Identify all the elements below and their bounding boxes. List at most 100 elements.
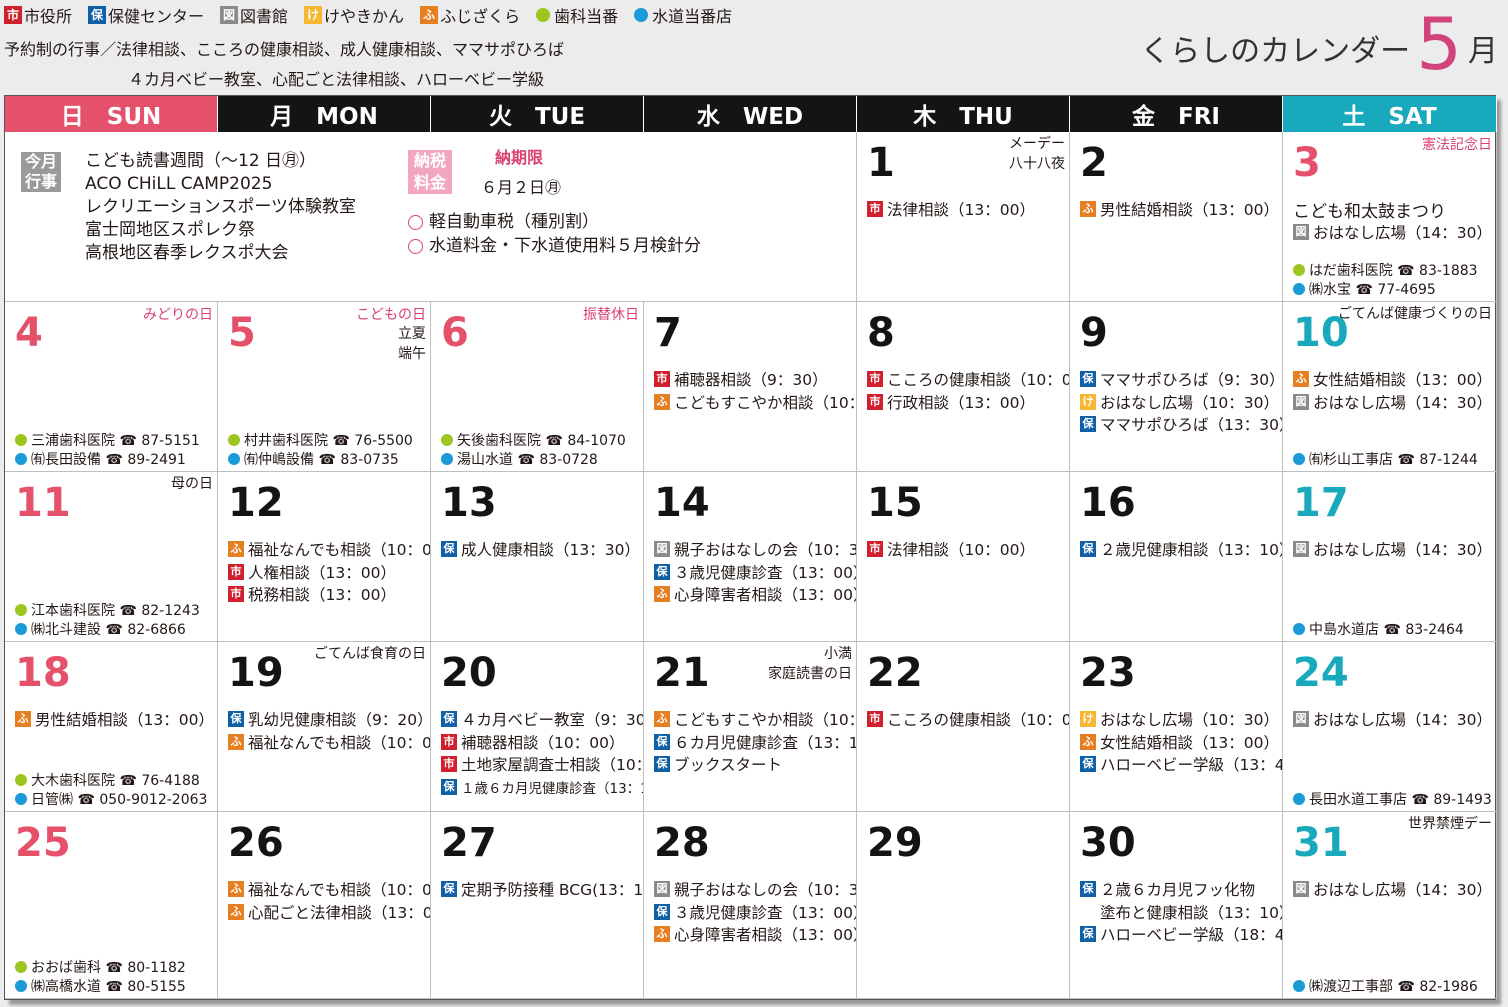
duty-list: はだ歯科医院 ☎ 83-1883 ㈱水宝 ☎ 77-4695 [1293,260,1494,299]
legend-label: けやきかん [324,7,405,26]
facility-badge-icon: ふ [654,586,670,603]
event-item: 保 ２歳６カ月児フッ化物 [1080,878,1280,901]
day-cell-29: 29 [857,812,1070,999]
water-dot-icon [1293,793,1305,806]
event-list: 市補聴器相談（9：30）ふこどもすこやか相談（10：00） [654,368,856,414]
observance-label: ごてんば健康づくりの日 [1337,306,1492,322]
dental-duty: 矢後歯科医院 ☎ 84-1070 [441,430,641,450]
event-list: 図おはなし広場（14：30） [1293,708,1494,731]
duty-list: おおば歯科 ☎ 80-1182 ㈱高橋水道 ☎ 80-5155 [15,957,215,996]
duty-label: 大木歯科医院 ☎ 76-4188 [31,772,200,789]
day-number: 19 [228,650,284,696]
legend-label: ふじざくら [440,7,521,26]
facility-badge-icon: 図 [1293,711,1309,728]
facility-badge-icon: 保 [441,778,457,795]
legend-item: けけやきかん [304,3,404,27]
facility-badge-icon: 市 [867,201,883,218]
event-list: 図おはなし広場（14：30） [1293,878,1494,901]
duty-label: ㈱北斗建設 ☎ 82-6866 [31,622,186,639]
event-label: 補聴器相談（9：30） [674,371,828,390]
event-label: 土地家屋調査士相談（10：00） [461,756,643,775]
facility-badge-icon: 保 [654,903,670,920]
day-cell-23: 23 けおはなし広場（10：30）ふ女性結婚相談（13：00）保ハローベビー学級（… [1070,642,1283,812]
legend-item: 水道当番店 [634,3,732,27]
duty-label: 日管㈱ ☎ 050-9012-2063 [31,792,208,809]
day-cell-8: 8市こころの健康相談（10：00）市行政相談（13：00） [857,302,1070,472]
event-label: 親子おはなしの会（10：30） [674,541,857,560]
day-number: 11 [15,480,71,526]
day-cell-16: 16 保 ２歳児健康相談（13：10） [1070,472,1283,642]
legend-item: ふふじざくら [420,3,520,27]
observance-label: 世界禁煙デー [1408,816,1492,832]
event-list: ふ男性結婚相談（13：00） [1080,198,1280,221]
duty-label: 中島水道店 ☎ 83-2464 [1309,622,1464,639]
event-item: 市税務相談（13：00） [228,583,428,606]
event-item: 保 ３歳児健康診査（13：00） [654,561,857,584]
weekday-wed: 水 WED [644,96,857,132]
facility-badge-icon: ふ [1080,201,1096,218]
water-dot-icon [15,623,27,636]
event-list: ふこどもすこやか相談（10：00）保６カ月児健康診査（13：10）保ブックスター… [654,708,856,776]
day-number: 31 [1293,820,1349,866]
event-item: ふこどもすこやか相談（10：00） [654,391,856,414]
water-duty: ㈱北斗建設 ☎ 82-6866 [15,620,215,640]
event-item: 市行政相談（13：00） [867,391,1067,414]
day-number: 24 [1293,650,1349,696]
event-item: 保定期予防接種 BCG(13：15) [441,878,643,901]
duty-label: ㈲仲嶋設備 ☎ 83-0735 [244,452,399,469]
water-dot-icon [228,453,240,466]
facility-badge-icon: け [1080,711,1096,728]
event-label: ブックスタート [674,756,783,775]
legend-item: 歯科当番 [536,3,618,27]
duty-list: 矢後歯科医院 ☎ 84-1070 湯山水道 ☎ 83-0728 [441,430,641,469]
day-number: 7 [654,310,682,356]
legend-label: 歯科当番 [554,7,619,26]
day-number: 27 [441,820,497,866]
day-cell-27: 27 保定期予防接種 BCG(13：15) [431,812,644,999]
weekday-header: 日 SUN 月 MON 火 TUE 水 WED 木 THU 金 FRI 土 SAT [5,96,1497,132]
event-item: 塗布と健康相談（13：10） [1080,901,1283,924]
facility-badge-icon: ふ [654,711,670,728]
dental-duty: はだ歯科医院 ☎ 83-1883 [1293,260,1494,280]
event-label: ３歳児健康診査（13：00） [674,563,857,582]
event-label: 女性結婚相談（13：00） [1100,733,1279,752]
holiday-name: こどもの日 [356,307,426,323]
day-number: 4 [15,310,43,356]
event-list: 保乳幼児健康相談（9：20）ふ福祉なんでも相談（10：00） [228,708,430,753]
day-number: 14 [654,480,710,526]
day-cell-12: 12ふ福祉なんでも相談（10：00）市人権相談（13：00）市税務相談（13：0… [218,472,431,642]
facility-badge-icon: ふ [654,393,670,410]
duty-list: 江本歯科医院 ☎ 82-1243 ㈱北斗建設 ☎ 82-6866 [15,600,215,639]
day-cell-5: 5 こどもの日 立夏 端午 村井歯科医院 ☎ 76-5500 ㈲仲嶋設備 ☎ 83-073… [218,302,431,472]
event-label: 法律相談（13：00） [887,201,1035,220]
facility-badge-icon: ふ [15,711,31,728]
event-list: 図親子おはなしの会（10：30）保３歳児健康診査（13：00）ふ心身障害者相談（… [654,878,856,946]
event-list: ふ福祉なんでも相談（10：00）市人権相談（13：00）市税務相談（13：00） [228,538,430,606]
facility-badge-icon: 保 [1080,541,1096,558]
day-number: 26 [228,820,284,866]
event-label: 人権相談（13：00） [248,563,396,582]
day-number: 21 [654,650,710,696]
day-cell-2: 2 ふ男性結婚相談（13：00） [1070,132,1283,302]
facility-badge-icon: 図 [654,881,670,898]
event-item: 保ハローベビー学級（13：45） [1080,753,1282,776]
day-cell-11: 11 母の日江本歯科医院 ☎ 82-1243 ㈱北斗建設 ☎ 82-6866 [5,472,218,642]
day-number: 18 [15,650,71,696]
legend-item: 保保健センター [88,3,204,27]
event-item: 保 ２歳児健康相談（13：10） [1080,538,1282,561]
event-label: 行政相談（13：00） [887,393,1035,412]
event-label: こどもすこやか相談（10：00） [674,711,856,730]
event-label: ママサポひろば（13：30） [1100,416,1283,435]
water-dot-icon [1293,283,1305,296]
facility-badge-icon: 保 [1080,926,1096,943]
event-item: ふ心配ごと法律相談（13：00） [228,901,430,924]
observance-label: 母の日 [171,476,213,492]
monthly-event-item: こども読書週間（～12 日㊊） [85,151,317,171]
observance-label: 立夏 端午 [398,326,426,362]
day-number: 6 [441,310,469,356]
event-label: 塗布と健康相談（13：10） [1100,903,1283,922]
event-list: 図おはなし広場（14：30） [1293,538,1494,561]
reservation-notice-line-2: ４カ月ベビー教室、心配ごと法律相談、ハローベビー学級 [128,70,545,89]
facility-badge-icon: 市 [441,756,457,773]
duty-label: 湯山水道 ☎ 83-0728 [457,452,598,469]
